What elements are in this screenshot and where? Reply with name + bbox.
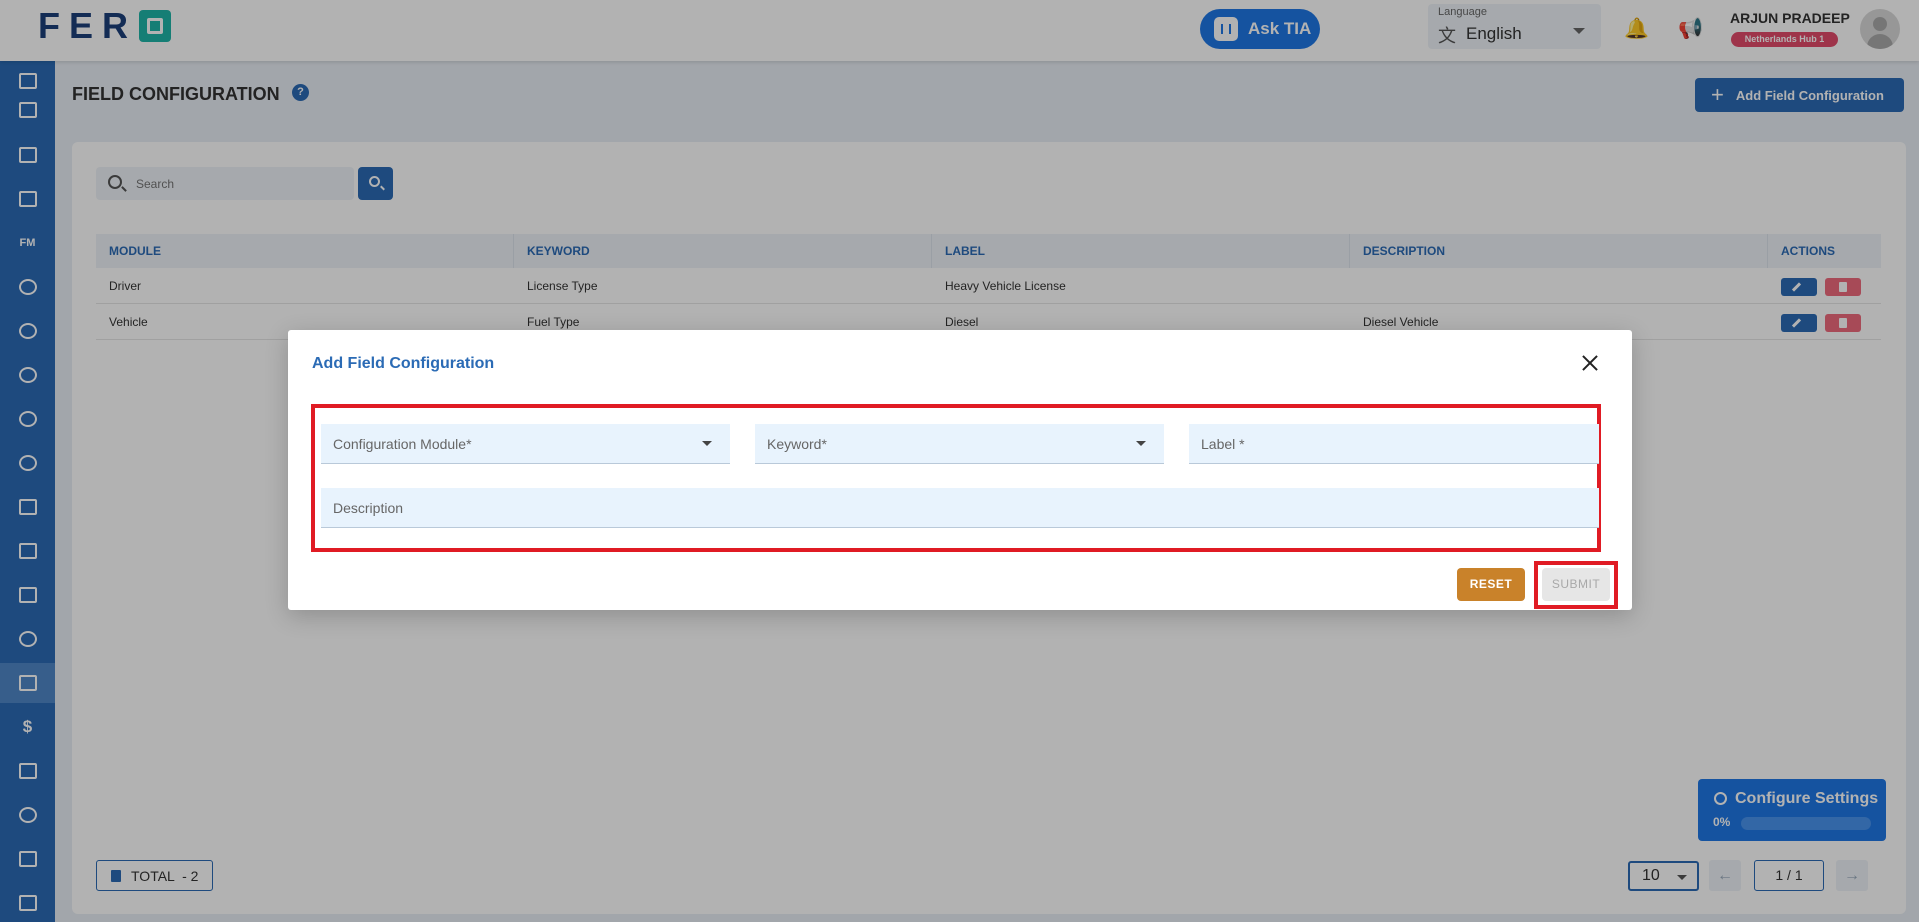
add-field-configuration-modal: Add Field Configuration RESET SUBMIT [288, 330, 1632, 610]
label-field[interactable] [1189, 424, 1599, 464]
reset-button[interactable]: RESET [1457, 568, 1525, 601]
keyword-input[interactable] [755, 424, 1164, 463]
keyword-select[interactable] [755, 424, 1164, 464]
label-input[interactable] [1189, 424, 1599, 463]
description-input[interactable] [321, 488, 1599, 527]
configuration-module-select[interactable] [321, 424, 730, 464]
submit-button[interactable]: SUBMIT [1542, 568, 1610, 601]
configuration-module-input[interactable] [321, 424, 730, 463]
chevron-down-icon [1136, 441, 1146, 446]
chevron-down-icon [702, 441, 712, 446]
description-field[interactable] [321, 488, 1599, 528]
modal-title: Add Field Configuration [312, 355, 495, 372]
close-icon[interactable] [1582, 355, 1598, 371]
